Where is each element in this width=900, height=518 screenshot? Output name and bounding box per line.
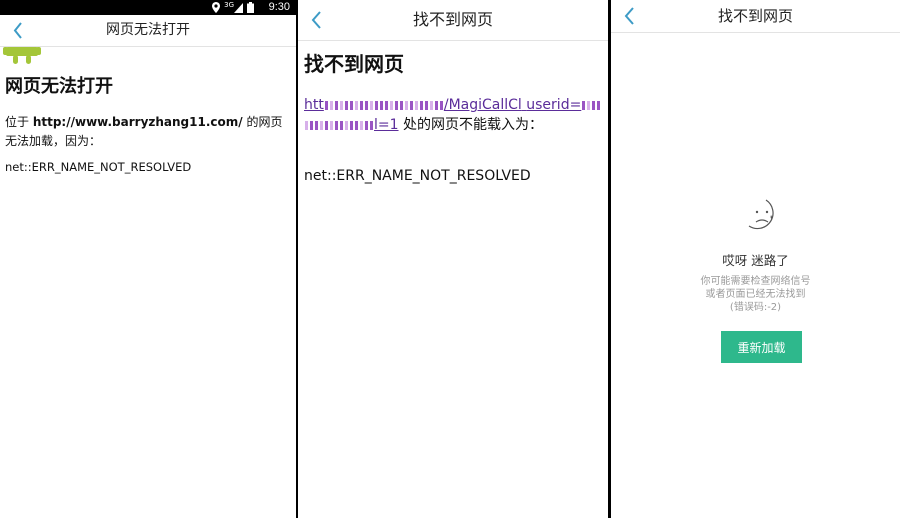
url-end: l=1 xyxy=(374,117,399,133)
page-heading: 找不到网页 xyxy=(304,52,404,76)
page-heading: 网页无法打开 xyxy=(5,76,113,97)
sad-face-icon xyxy=(748,199,774,230)
failed-url: http://www.barryzhang11.com/ xyxy=(32,115,243,129)
hint-line-1: 你可能需要检查网络信号 xyxy=(700,276,811,287)
battery-icon xyxy=(247,2,254,13)
signal-icon: 3G xyxy=(224,2,243,13)
nav-bar: 找不到网页 xyxy=(298,0,608,41)
message-suffix: 处的网页不能载入为： xyxy=(398,117,543,133)
nav-title: 找不到网页 xyxy=(412,10,493,29)
back-button[interactable] xyxy=(621,0,637,32)
url-start: htt xyxy=(304,97,324,113)
android-logo-icon xyxy=(3,47,41,64)
back-button[interactable] xyxy=(10,15,26,46)
message-prefix: 位于 xyxy=(5,115,33,129)
chevron-left-icon xyxy=(13,22,22,39)
status-icons: 3G xyxy=(212,2,254,13)
status-time: 9:30 xyxy=(268,1,290,13)
url-line2-start: userid= xyxy=(526,97,582,113)
hint-line-2: 或者页面已经无法找到 xyxy=(705,289,806,300)
panel-webview-chrome: 找不到网页 找不到网页 htt/MagiCallCl userid= l=1 处的… xyxy=(298,0,608,518)
chevron-left-icon xyxy=(624,7,634,25)
error-title: 哎呀 迷路了 xyxy=(722,253,789,268)
panel-webview-android: 3G 9:30 网页无法打开 网页无法打开 位于 http://www.barr… xyxy=(0,0,296,518)
url-path: /MagiCallCl xyxy=(443,97,522,113)
status-bar: 3G 9:30 xyxy=(0,0,296,15)
network-type-label: 3G xyxy=(224,1,234,9)
back-button[interactable] xyxy=(308,0,324,40)
nav-bar: 网页无法打开 xyxy=(0,15,296,47)
panel-custom-error: 找不到网页 哎呀 迷路了 你可能需要检查网络信号 或者页面已经无法找到 (错误码… xyxy=(611,0,900,518)
location-icon xyxy=(212,2,221,13)
error-code: net::ERR_NAME_NOT_RESOLVED xyxy=(5,160,192,174)
nav-title: 网页无法打开 xyxy=(106,22,190,38)
error-code: net::ERR_NAME_NOT_RESOLVED xyxy=(304,168,531,184)
error-message: 位于 http://www.barryzhang11.com/ 的网页无法加载，… xyxy=(5,113,291,151)
hint-line-3: (错误码:-2) xyxy=(729,302,782,313)
reload-button[interactable]: 重新加载 xyxy=(721,331,802,363)
chevron-left-icon xyxy=(311,11,321,29)
error-message: htt/MagiCallCl userid= l=1 处的网页不能载入为： xyxy=(304,95,606,135)
nav-title: 找不到网页 xyxy=(717,7,793,25)
redacted-url-segment xyxy=(324,97,444,113)
nav-bar: 找不到网页 xyxy=(611,0,900,33)
error-hint: 你可能需要检查网络信号 或者页面已经无法找到 (错误码:-2) xyxy=(611,275,900,314)
